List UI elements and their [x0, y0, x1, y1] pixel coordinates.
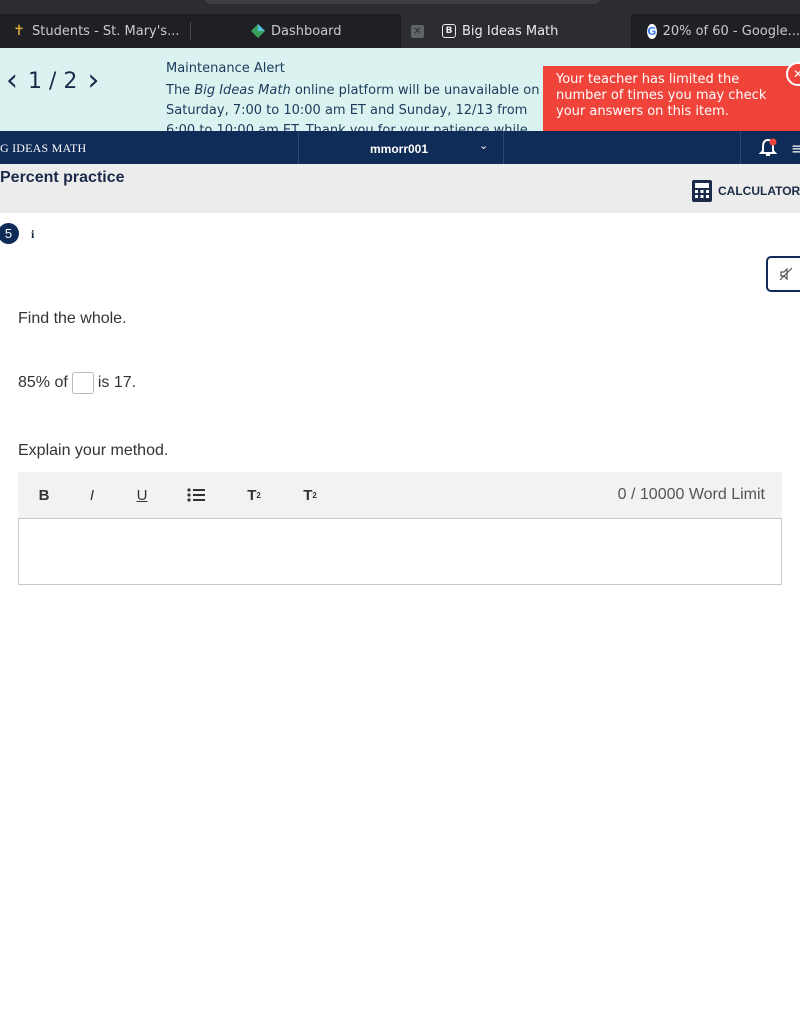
top-nav-bar: G IDEAS MATH mmorr001 ⌄ ≡ — [0, 131, 800, 164]
equation-row: 85% of is 17. — [18, 372, 136, 394]
hamburger-menu-icon[interactable]: ≡ — [791, 139, 800, 158]
underline-button[interactable]: U — [122, 472, 162, 518]
word-limit-counter: 0 / 10000 Word Limit — [617, 486, 765, 503]
equation-text-after: is 17. — [97, 374, 137, 391]
close-icon[interactable]: ✕ — [411, 24, 424, 38]
subscript-base: T — [303, 486, 313, 504]
answer-input[interactable] — [71, 372, 94, 394]
editor-toolbar: B I U T2 T2 0 / 10000 Word Limit — [18, 472, 782, 518]
dashboard-icon — [251, 24, 265, 38]
superscript-base: T — [247, 486, 257, 504]
italic-button[interactable]: I — [72, 472, 112, 518]
assignment-header: Percent practice CALCULATORS — [0, 164, 800, 213]
check-limit-toast: Your teacher has limited the number of t… — [543, 66, 800, 134]
chevron-left-icon[interactable]: ‹ — [6, 66, 18, 96]
speaker-muted-icon — [779, 267, 793, 281]
tab-google[interactable]: G 20% of 60 - Google... — [631, 14, 800, 48]
audio-toggle-button[interactable] — [766, 256, 800, 292]
alert-title: Maintenance Alert — [166, 61, 285, 76]
alert-text-prefix: The — [166, 83, 195, 98]
question-number-badge: 5 — [0, 223, 19, 244]
calculator-icon — [692, 180, 712, 202]
address-bar[interactable] — [205, 0, 600, 4]
tab-students[interactable]: ✝ Students - St. Mary's... — [0, 14, 202, 48]
assignment-title: Percent practice — [0, 169, 125, 186]
question-prompt: Find the whole. — [18, 310, 127, 327]
chevron-right-icon[interactable]: › — [87, 66, 99, 96]
notification-bell-icon[interactable] — [758, 138, 778, 158]
alert-message: The Big Ideas Math online platform will … — [166, 81, 546, 131]
user-menu[interactable]: mmorr001 — [370, 142, 428, 156]
superscript-button[interactable]: T2 — [234, 472, 274, 518]
bold-button[interactable]: B — [24, 472, 64, 518]
tab-big-ideas-math[interactable]: ✕ B Big Ideas Math — [401, 14, 631, 48]
info-icon[interactable]: i — [31, 227, 34, 242]
explanation-textarea[interactable] — [18, 518, 782, 585]
google-icon: G — [647, 23, 657, 39]
browser-tab-bar: ✝ Students - St. Mary's... Dashboard ✕ B… — [0, 14, 800, 48]
tab-label: Dashboard — [271, 23, 342, 39]
chevron-down-icon[interactable]: ⌄ — [479, 139, 488, 152]
bullet-list-icon — [187, 488, 205, 502]
nav-divider — [298, 131, 299, 164]
tab-label: Big Ideas Math — [462, 23, 559, 39]
superscript-mark: 2 — [256, 490, 261, 500]
nav-divider — [503, 131, 504, 164]
nav-divider — [740, 131, 741, 164]
subscript-button[interactable]: T2 — [290, 472, 330, 518]
alert-text-brand: Big Ideas Math — [194, 83, 291, 98]
b-icon: B — [442, 24, 456, 38]
tab-dashboard[interactable]: Dashboard — [191, 14, 401, 48]
brand-logo[interactable]: G IDEAS MATH — [0, 141, 86, 156]
tab-label: 20% of 60 - Google... — [662, 23, 800, 39]
bullet-list-button[interactable] — [176, 472, 216, 518]
explain-prompt: Explain your method. — [18, 442, 169, 459]
alert-page-count: 1 / 2 — [28, 68, 78, 94]
alert-pager: ‹ 1 / 2 › — [6, 66, 99, 96]
tab-label: Students - St. Mary's... — [32, 23, 180, 39]
calculators-button[interactable]: CALCULATORS — [691, 179, 800, 203]
equation-text-before: 85% of — [18, 374, 68, 391]
calculators-label: CALCULATORS — [718, 184, 800, 198]
subscript-mark: 2 — [312, 490, 317, 500]
browser-top-strip — [0, 0, 800, 14]
cross-icon: ✝ — [13, 23, 25, 39]
